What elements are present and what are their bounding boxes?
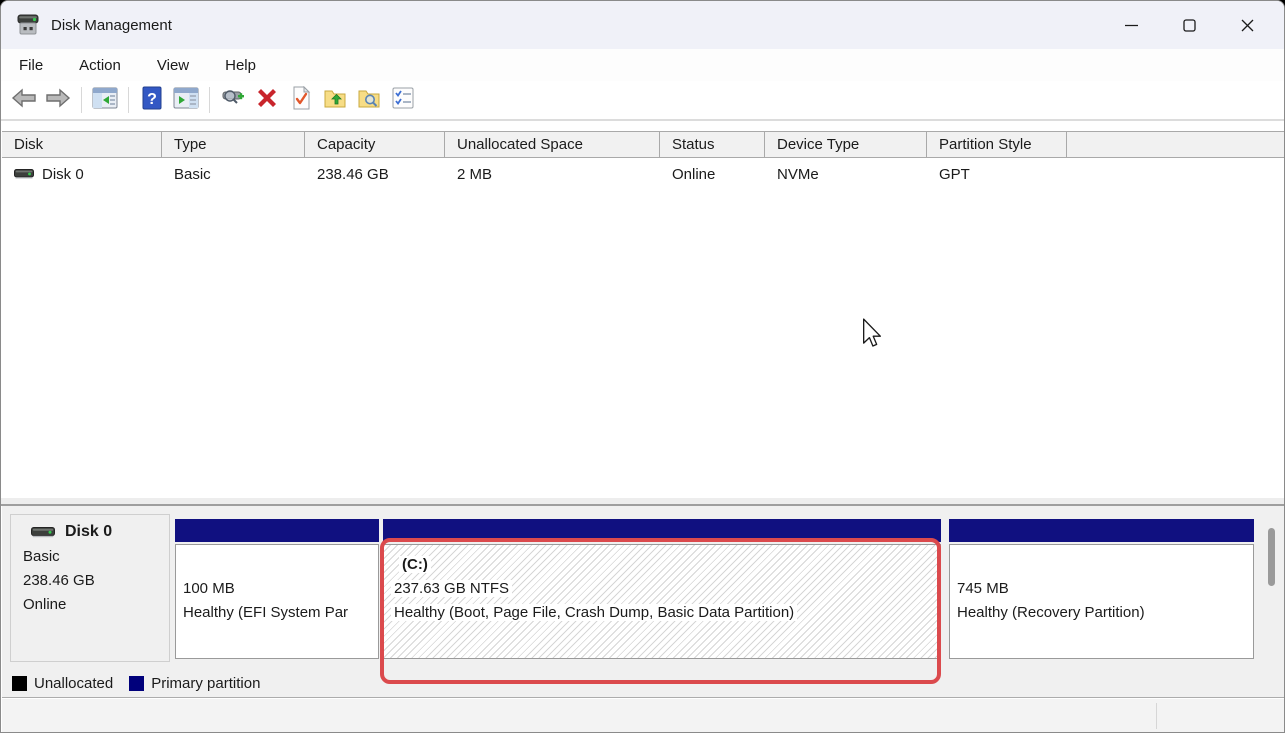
disk-panel-name: Disk 0: [65, 523, 112, 541]
partition-header-bar: [175, 519, 379, 542]
back-button[interactable]: [9, 86, 39, 114]
partition-size: 745 MB: [957, 577, 1253, 601]
partition-header-bar: [383, 519, 941, 542]
menu-view[interactable]: View: [147, 53, 199, 78]
partition-efi-system[interactable]: 100 MB Healthy (EFI System Par: [175, 519, 379, 664]
partition-recovery[interactable]: 745 MB Healthy (Recovery Partition): [949, 519, 1254, 664]
cell-capacity: 238.46 GB: [305, 160, 445, 188]
menu-action[interactable]: Action: [69, 53, 131, 78]
forward-button[interactable]: [43, 86, 73, 114]
red-x-icon: [255, 86, 279, 115]
partition-c-drive[interactable]: (C:) 237.63 GB NTFS Healthy (Boot, Page …: [383, 519, 941, 664]
drive-magnifier-icon: [220, 87, 246, 114]
legend-unallocated-label: Unallocated: [34, 675, 113, 692]
cell-unallocated-space: 2 MB: [445, 160, 660, 188]
column-header-disk[interactable]: Disk: [2, 132, 162, 157]
checklist-icon: [391, 86, 415, 115]
cell-type: Basic: [162, 160, 305, 188]
partition-size: 237.63 GB NTFS: [391, 577, 940, 601]
close-button[interactable]: [1218, 1, 1276, 49]
minimize-button[interactable]: [1102, 1, 1160, 49]
column-header-device-type[interactable]: Device Type: [765, 132, 927, 157]
partition-size: 100 MB: [183, 577, 378, 601]
help-button[interactable]: ?: [137, 86, 167, 114]
svg-text:?: ?: [147, 91, 157, 108]
disk-panel-type: Basic: [23, 545, 169, 569]
disk-panel-status: Online: [23, 593, 169, 617]
document-check-icon: [290, 86, 312, 115]
forward-arrow-icon: [45, 88, 71, 113]
show-action-pane-button[interactable]: [171, 86, 201, 114]
partition-status: Healthy (Recovery Partition): [957, 601, 1253, 625]
action-pane-window-icon: [173, 87, 199, 114]
console-tree-window-icon: [92, 87, 118, 114]
legend-bar: Unallocated Primary partition: [2, 669, 1285, 698]
delete-volume-button[interactable]: [252, 86, 282, 114]
help-question-icon: ?: [142, 86, 162, 115]
unallocated-color-swatch: [12, 676, 27, 691]
disk-drive-icon: [31, 527, 55, 538]
disk0-descriptor-panel[interactable]: Disk 0 Basic 238.46 GB Online: [10, 514, 170, 662]
disk-drive-icon: [14, 169, 34, 179]
partition-header-bar: [949, 519, 1254, 542]
explore-button[interactable]: [354, 86, 384, 114]
partition-status: Healthy (EFI System Par: [183, 601, 378, 625]
vertical-scrollbar-thumb[interactable]: [1268, 528, 1275, 586]
partition-status: Healthy (Boot, Page File, Crash Dump, Ba…: [391, 601, 940, 625]
cell-device-type: NVMe: [765, 160, 927, 188]
partition-label: (C:): [391, 553, 940, 577]
partition-label: [183, 553, 378, 577]
status-bar-divider: [1156, 703, 1157, 729]
toolbar-separator: [209, 87, 210, 113]
list-header: Disk Type Capacity Unallocated Space Sta…: [2, 131, 1285, 158]
pane-splitter[interactable]: [1, 498, 1284, 506]
partition-label: [957, 553, 1253, 577]
volume-list: Disk Type Capacity Unallocated Space Sta…: [2, 121, 1285, 498]
back-arrow-icon: [11, 88, 37, 113]
show-console-tree-button[interactable]: [90, 86, 120, 114]
status-bar: [2, 699, 1285, 733]
disk-management-app-icon: [15, 13, 41, 37]
toolbar: ?: [1, 81, 1284, 121]
disk-management-window: Disk Management File Action View Help: [0, 0, 1285, 733]
menu-bar: File Action View Help: [1, 49, 1284, 81]
cell-status: Online: [660, 160, 765, 188]
graphical-view: Disk 0 Basic 238.46 GB Online 100 MB Hea…: [2, 506, 1285, 669]
column-header-status[interactable]: Status: [660, 132, 765, 157]
cell-partition-style: GPT: [927, 160, 1067, 188]
column-header-partition-style[interactable]: Partition Style: [927, 132, 1067, 157]
cell-disk-name: Disk 0: [42, 166, 84, 183]
menu-file[interactable]: File: [9, 53, 53, 78]
column-header-unallocated-space[interactable]: Unallocated Space: [445, 132, 660, 157]
table-row-disk0[interactable]: Disk 0 Basic 238.46 GB 2 MB Online NVMe …: [2, 160, 1285, 188]
menu-help[interactable]: Help: [215, 53, 266, 78]
properties-button[interactable]: [388, 86, 418, 114]
maximize-button[interactable]: [1160, 1, 1218, 49]
disk-panel-capacity: 238.46 GB: [23, 569, 169, 593]
legend-primary-partition-label: Primary partition: [151, 675, 260, 692]
column-header-type[interactable]: Type: [162, 132, 305, 157]
mark-partition-button[interactable]: [286, 86, 316, 114]
column-header-capacity[interactable]: Capacity: [305, 132, 445, 157]
extend-volume-button[interactable]: [320, 86, 350, 114]
primary-partition-color-swatch: [129, 676, 144, 691]
toolbar-separator: [128, 87, 129, 113]
titlebar: Disk Management: [1, 1, 1284, 49]
folder-up-arrow-icon: [323, 86, 347, 115]
column-header-filler: [1067, 132, 1285, 157]
window-controls: [1102, 1, 1276, 49]
folder-magnifier-icon: [357, 86, 381, 115]
window-title: Disk Management: [51, 17, 172, 34]
toolbar-separator: [81, 87, 82, 113]
rescan-disks-button[interactable]: [218, 86, 248, 114]
